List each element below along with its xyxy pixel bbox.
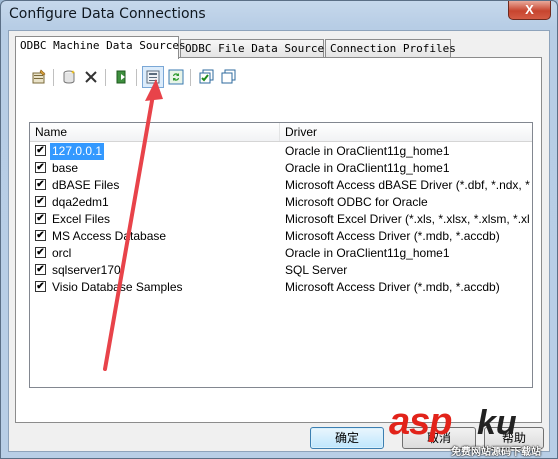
title-bar[interactable]: Configure Data Connections X — [1, 1, 557, 29]
cell-driver: Microsoft Access Driver (*.mdb, *.accdb) — [285, 229, 500, 243]
tab-odbc-file-data-sources[interactable]: ODBC File Data Sources — [180, 39, 331, 58]
cell-driver: Microsoft ODBC for Oracle — [285, 195, 428, 209]
cell-name: MS Access Database — [52, 229, 167, 243]
row-checkbox[interactable]: ✔ — [35, 281, 46, 292]
new-datasource-icon[interactable] — [58, 66, 80, 88]
refresh-icon[interactable] — [165, 66, 187, 88]
dialog-client-area: ODBC Machine Data Sources ODBC File Data… — [8, 30, 550, 452]
connect-icon[interactable] — [111, 66, 133, 88]
cell-name: base — [52, 161, 79, 175]
delete-icon[interactable] — [80, 66, 102, 88]
cell-name: 127.0.0.1 — [50, 143, 105, 160]
copy-icon[interactable] — [218, 66, 240, 88]
list-item[interactable]: ✔ Visio Database Samples Microsoft Access … — [30, 279, 532, 296]
row-checkbox[interactable]: ✔ — [35, 230, 46, 241]
check-all-icon[interactable] — [196, 66, 218, 88]
cell-driver: Oracle in OraClient11g_home1 — [285, 144, 450, 158]
list-header: Name Driver — [30, 123, 532, 142]
list-item[interactable]: ✔ 127.0.0.1 Oracle in OraClient11g_home1 — [30, 143, 532, 160]
tab-panel-machine-data-sources: Name Driver ✔ 127.0.0.1 Oracle in OraClien… — [15, 57, 542, 423]
dialog-window: Configure Data Connections X ODBC Machin… — [0, 0, 558, 459]
list-item[interactable]: ✔ base Oracle in OraClient11g_home1 — [30, 160, 532, 177]
configure-icon[interactable] — [28, 66, 50, 88]
list-item[interactable]: ✔ MS Access Database Microsoft Access Driv… — [30, 228, 532, 245]
cell-name: dqa2edm1 — [52, 195, 109, 209]
toolbar-separator — [53, 69, 54, 86]
cell-name: Excel Files — [52, 212, 111, 226]
row-checkbox[interactable]: ✔ — [35, 162, 46, 173]
toolbar-separator — [136, 69, 137, 86]
data-sources-list[interactable]: Name Driver ✔ 127.0.0.1 Oracle in OraClien… — [29, 122, 533, 388]
list-item[interactable]: ✔ dqa2edm1 Microsoft ODBC for Oracle — [30, 194, 532, 211]
tab-odbc-machine-data-sources[interactable]: ODBC Machine Data Sources — [15, 36, 186, 59]
row-checkbox[interactable]: ✔ — [35, 179, 46, 190]
close-button[interactable]: X — [508, 1, 551, 20]
row-checkbox[interactable]: ✔ — [35, 196, 46, 207]
row-checkbox[interactable]: ✔ — [35, 264, 46, 275]
row-checkbox[interactable]: ✔ — [35, 247, 46, 258]
toolbar-separator — [190, 69, 191, 86]
cell-name: orcl — [52, 246, 72, 260]
cell-driver: Microsoft Excel Driver (*.xls, *.xlsx, *… — [285, 212, 530, 226]
row-checkbox[interactable]: ✔ — [35, 145, 46, 156]
cell-driver: Microsoft Access dBASE Driver (*.dbf, *.… — [285, 178, 530, 192]
cell-name: dBASE Files — [52, 178, 120, 192]
list-rows: ✔ 127.0.0.1 Oracle in OraClient11g_home1 ✔ b… — [30, 143, 532, 296]
ok-button[interactable]: 确定 — [310, 427, 384, 449]
datasource-properties-icon[interactable] — [142, 66, 164, 88]
help-button[interactable]: 帮助 — [484, 427, 544, 449]
cancel-button[interactable]: 取消 — [402, 427, 476, 449]
list-item[interactable]: ✔ orcl Oracle in OraClient11g_home1 — [30, 245, 532, 262]
toolbar-separator — [105, 69, 106, 86]
cell-name: Visio Database Samples — [52, 280, 183, 294]
window-title: Configure Data Connections — [9, 6, 206, 22]
column-header-driver[interactable]: Driver — [280, 123, 532, 141]
cell-driver: Microsoft Access Driver (*.mdb, *.accdb) — [285, 280, 500, 294]
list-item[interactable]: ✔ Excel Files Microsoft Excel Driver (*.xl… — [30, 211, 532, 228]
cell-driver: Oracle in OraClient11g_home1 — [285, 161, 450, 175]
list-item[interactable]: ✔ sqlserver170 SQL Server — [30, 262, 532, 279]
list-item[interactable]: ✔ dBASE Files Microsoft Access dBASE Drive… — [30, 177, 532, 194]
cell-driver: SQL Server — [285, 263, 348, 277]
tab-connection-profiles[interactable]: Connection Profiles — [325, 39, 456, 58]
column-header-name[interactable]: Name — [30, 123, 280, 141]
row-checkbox[interactable]: ✔ — [35, 213, 46, 224]
cell-driver: Oracle in OraClient11g_home1 — [285, 246, 450, 260]
cell-name: sqlserver170 — [52, 263, 121, 277]
